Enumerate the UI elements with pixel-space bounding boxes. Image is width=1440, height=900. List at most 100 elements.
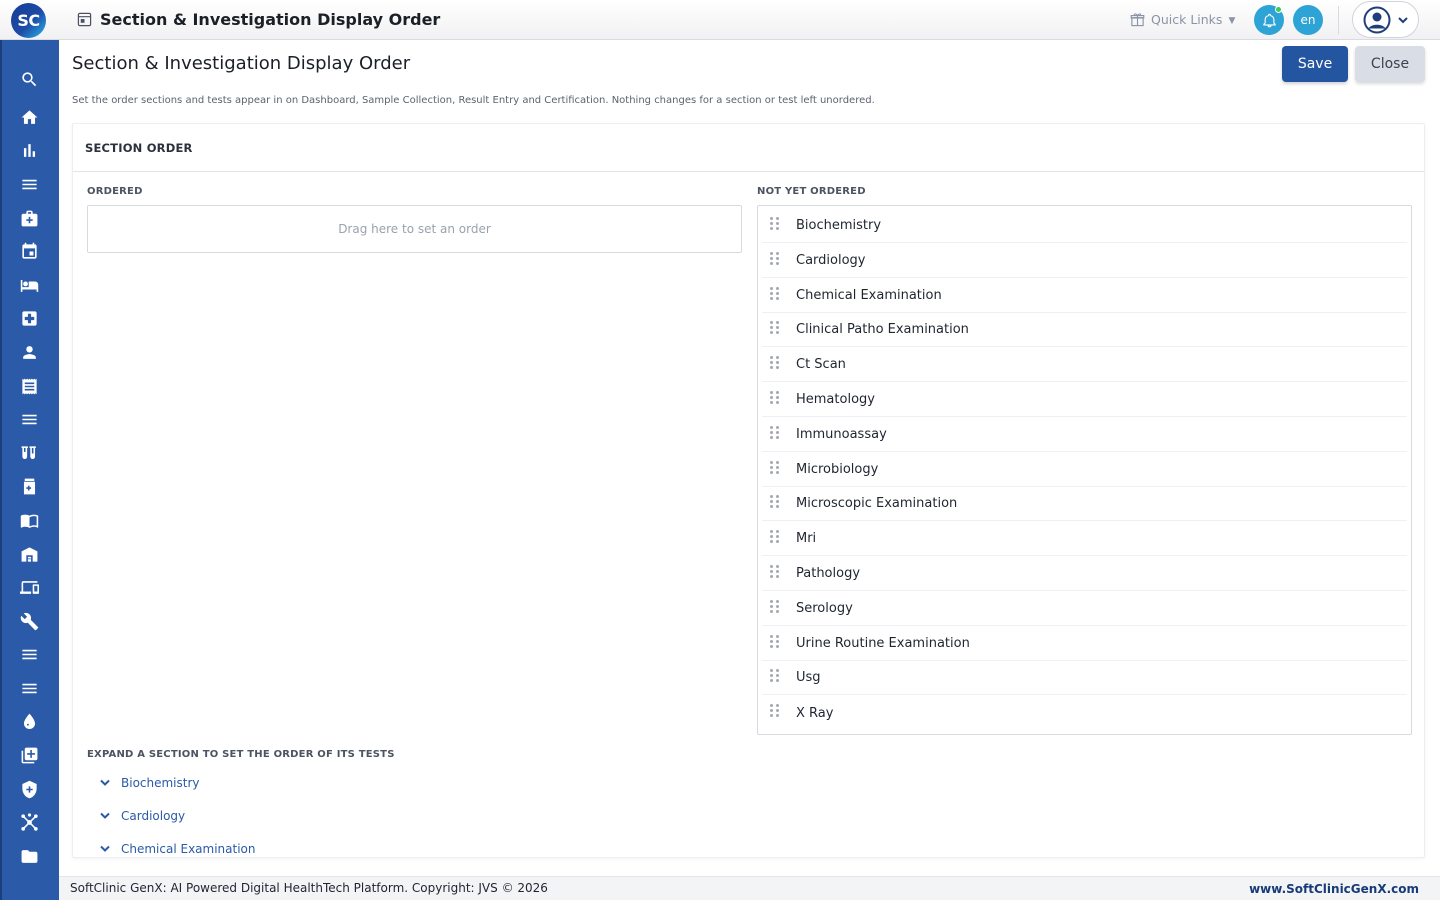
- section-list-item[interactable]: Pathology: [762, 557, 1407, 591]
- list-icon[interactable]: [19, 678, 39, 698]
- ordered-dropzone[interactable]: Drag here to set an order: [87, 205, 742, 253]
- section-list-item[interactable]: Ct Scan: [762, 348, 1407, 383]
- drag-handle-icon[interactable]: [770, 565, 780, 579]
- drag-handle-icon[interactable]: [770, 217, 780, 231]
- section-item-label: Mri: [796, 531, 817, 547]
- section-expander[interactable]: Cardiology: [99, 806, 185, 826]
- section-item-label: Microscopic Examination: [796, 496, 958, 512]
- section-expander-label: Cardiology: [121, 809, 186, 823]
- footer-copyright: SoftClinic GenX: AI Powered Digital Heal…: [70, 881, 548, 895]
- drag-handle-icon[interactable]: [770, 251, 780, 266]
- dropzone-placeholder: Drag here to set an order: [338, 222, 491, 236]
- gift-icon: [1130, 12, 1145, 26]
- section-list-item[interactable]: Microscopic Examination: [762, 487, 1407, 522]
- blood-drop-icon[interactable]: [19, 711, 39, 731]
- top-bar: SC Section & Investigation Display Order…: [0, 0, 1440, 40]
- not-ordered-label: NOT YET ORDERED: [757, 186, 866, 197]
- medicine-bottle-icon[interactable]: [19, 476, 39, 496]
- app-logo[interactable]: SC: [11, 3, 46, 38]
- card-header: SECTION ORDER: [73, 124, 1424, 172]
- section-item-label: Clinical Patho Examination: [796, 322, 969, 338]
- person-icon[interactable]: [19, 342, 39, 362]
- drag-handle-icon[interactable]: [770, 669, 780, 683]
- calendar-icon[interactable]: [19, 241, 39, 261]
- section-item-label: Biochemistry: [796, 218, 882, 233]
- receipt-icon[interactable]: [19, 376, 39, 396]
- section-list-item[interactable]: Urine Routine Examination: [762, 627, 1407, 661]
- language-button[interactable]: en: [1293, 5, 1323, 35]
- section-item-label: Pathology: [796, 566, 861, 581]
- search-icon[interactable]: [19, 69, 39, 89]
- section-item-label: Chemical Examination: [796, 287, 942, 303]
- shield-plus-icon[interactable]: [19, 779, 39, 799]
- drag-handle-icon[interactable]: [770, 599, 780, 614]
- user-menu-button[interactable]: [1352, 1, 1419, 38]
- section-order-card: SECTION ORDER ORDERED Drag here to set a…: [72, 123, 1425, 858]
- notification-dot: [1275, 6, 1282, 13]
- section-expander-label: Biochemistry: [121, 776, 200, 790]
- chevron-down-icon: [100, 812, 110, 819]
- section-expander[interactable]: Biochemistry: [99, 773, 200, 793]
- section-list-item[interactable]: Hematology: [762, 383, 1407, 417]
- section-list-item[interactable]: Chemical Examination: [762, 279, 1407, 313]
- section-item-label: Hematology: [796, 392, 875, 407]
- section-list-item[interactable]: Biochemistry: [762, 209, 1407, 243]
- book-open-icon[interactable]: [19, 510, 39, 530]
- drag-handle-icon[interactable]: [770, 356, 780, 370]
- drag-handle-icon[interactable]: [770, 321, 780, 335]
- add-box-icon[interactable]: [19, 745, 39, 765]
- notifications-button[interactable]: [1254, 5, 1284, 35]
- quick-links-dropdown[interactable]: Quick Links ▼: [1130, 9, 1235, 29]
- section-item-label: Cardiology: [796, 252, 866, 268]
- section-item-label: X Ray: [796, 705, 834, 721]
- section-list-item[interactable]: Clinical Patho Examination: [762, 313, 1407, 348]
- section-list-item[interactable]: Serology: [762, 592, 1407, 626]
- hospital-plus-icon[interactable]: [19, 308, 39, 328]
- drag-handle-icon[interactable]: [770, 495, 780, 509]
- divider: [1338, 6, 1339, 34]
- page-icon: [77, 12, 92, 27]
- warehouse-icon[interactable]: [19, 544, 39, 564]
- avatar-icon: [1363, 6, 1391, 33]
- section-item-label: Microbiology: [796, 461, 879, 477]
- footer-website-link[interactable]: www.SoftClinicGenX.com: [1249, 882, 1419, 896]
- drag-handle-icon[interactable]: [770, 530, 780, 544]
- section-item-label: Urine Routine Examination: [796, 635, 970, 651]
- drag-handle-icon[interactable]: [770, 286, 780, 301]
- section-list-item[interactable]: Mri: [762, 522, 1407, 557]
- ordered-label: ORDERED: [87, 186, 143, 197]
- menu-icon[interactable]: [19, 174, 39, 194]
- section-list-item[interactable]: X Ray: [762, 696, 1407, 730]
- footer: SoftClinic GenX: AI Powered Digital Heal…: [59, 876, 1440, 900]
- folder-icon[interactable]: [19, 846, 39, 866]
- bed-icon[interactable]: [19, 275, 39, 295]
- page-description: Set the order sections and tests appear …: [72, 95, 875, 106]
- close-button[interactable]: Close: [1355, 46, 1425, 82]
- section-order-title: SECTION ORDER: [85, 141, 193, 155]
- save-button[interactable]: Save: [1282, 46, 1348, 82]
- home-icon[interactable]: [19, 107, 39, 127]
- medical-bag-icon[interactable]: [19, 208, 39, 228]
- section-list-item[interactable]: Immunoassay: [762, 418, 1407, 452]
- section-list-item[interactable]: Microbiology: [762, 453, 1407, 487]
- section-item-label: Immunoassay: [796, 426, 887, 442]
- wrench-icon[interactable]: [19, 611, 39, 631]
- list-icon[interactable]: [19, 409, 39, 429]
- section-item-label: Ct Scan: [796, 357, 846, 373]
- test-tubes-icon[interactable]: [19, 443, 39, 463]
- header-page-title: Section & Investigation Display Order: [100, 10, 441, 29]
- drag-handle-icon[interactable]: [770, 425, 780, 440]
- list-icon[interactable]: [19, 644, 39, 664]
- section-expander[interactable]: Chemical Examination: [99, 839, 256, 857]
- chevron-down-icon: [1398, 16, 1408, 23]
- network-icon[interactable]: [19, 812, 39, 832]
- section-list-item[interactable]: Cardiology: [762, 244, 1407, 278]
- tests-order-label: EXPAND A SECTION TO SET THE ORDER OF ITS…: [87, 749, 395, 760]
- section-list-item[interactable]: Usg: [762, 661, 1407, 696]
- bar-chart-icon[interactable]: [19, 140, 39, 160]
- drag-handle-icon[interactable]: [770, 634, 780, 649]
- drag-handle-icon[interactable]: [770, 704, 780, 718]
- devices-icon[interactable]: [19, 577, 39, 597]
- drag-handle-icon[interactable]: [770, 460, 780, 475]
- drag-handle-icon[interactable]: [770, 391, 780, 405]
